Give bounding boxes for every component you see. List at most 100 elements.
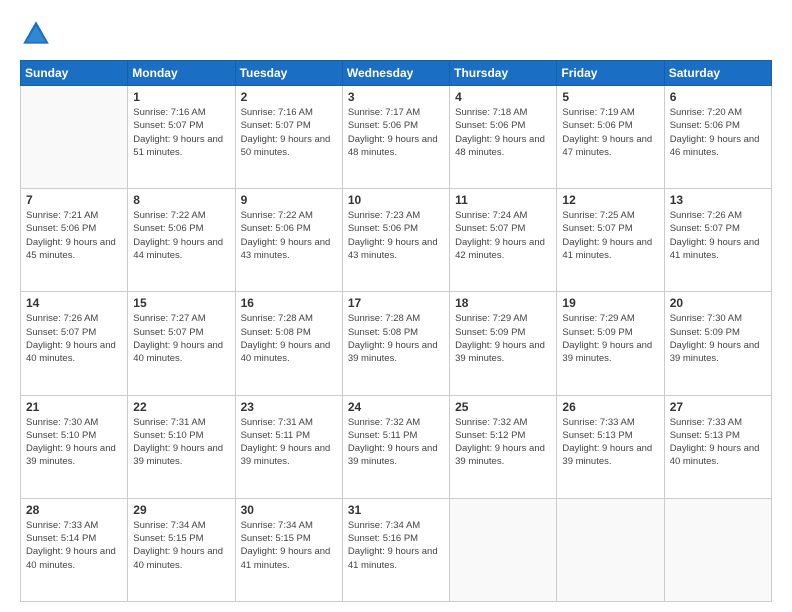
- calendar-cell: 17 Sunrise: 7:28 AMSunset: 5:08 PMDayligh…: [342, 292, 449, 395]
- calendar-cell: 22Sunrise: 7:31 AMSunset: 5:10 PMDayligh…: [128, 395, 235, 498]
- day-number: 11: [455, 193, 551, 207]
- calendar-cell: 3Sunrise: 7:17 AMSunset: 5:06 PMDaylight…: [342, 86, 449, 189]
- day-info: Sunrise: 7:18 AMSunset: 5:06 PMDaylight:…: [455, 106, 551, 159]
- day-number: 2: [241, 90, 337, 104]
- day-info: Sunrise: 7:16 AMSunset: 5:07 PMDaylight:…: [241, 106, 337, 159]
- calendar-cell: 14 Sunrise: 7:26 AMSunset: 5:07 PMDayligh…: [21, 292, 128, 395]
- calendar-cell: 30 Sunrise: 7:34 AMSunset: 5:15 PMDayligh…: [235, 498, 342, 601]
- calendar-cell: 27 Sunrise: 7:33 AMSunset: 5:13 PMDayligh…: [664, 395, 771, 498]
- calendar-cell: 4 Sunrise: 7:18 AMSunset: 5:06 PMDaylight…: [450, 86, 557, 189]
- header: [20, 18, 772, 50]
- day-number: 21: [26, 400, 122, 414]
- calendar-header-thursday: Thursday: [450, 61, 557, 86]
- calendar-cell: [664, 498, 771, 601]
- day-info: Sunrise: 7:33 AMSunset: 5:14 PMDaylight:…: [26, 519, 122, 572]
- day-info: Sunrise: 7:22 AMSunset: 5:06 PMDaylight:…: [133, 209, 229, 262]
- calendar-cell: [450, 498, 557, 601]
- calendar-cell: 5 Sunrise: 7:19 AMSunset: 5:06 PMDaylight…: [557, 86, 664, 189]
- day-number: 14: [26, 296, 122, 310]
- day-number: 5: [562, 90, 658, 104]
- calendar-header-wednesday: Wednesday: [342, 61, 449, 86]
- day-number: 24: [348, 400, 444, 414]
- day-info: Sunrise: 7:16 AMSunset: 5:07 PMDaylight:…: [133, 106, 229, 159]
- calendar-cell: 21 Sunrise: 7:30 AMSunset: 5:10 PMDayligh…: [21, 395, 128, 498]
- day-number: 31: [348, 503, 444, 517]
- day-info: Sunrise: 7:23 AMSunset: 5:06 PMDaylight:…: [348, 209, 444, 262]
- day-number: 20: [670, 296, 766, 310]
- day-info: Sunrise: 7:19 AMSunset: 5:06 PMDaylight:…: [562, 106, 658, 159]
- day-info: Sunrise: 7:32 AMSunset: 5:12 PMDaylight:…: [455, 416, 551, 469]
- calendar-cell: 2 Sunrise: 7:16 AMSunset: 5:07 PMDaylight…: [235, 86, 342, 189]
- calendar-header-row: SundayMondayTuesdayWednesdayThursdayFrid…: [21, 61, 772, 86]
- day-info: Sunrise: 7:34 AMSunset: 5:15 PMDaylight:…: [133, 519, 229, 572]
- day-number: 19: [562, 296, 658, 310]
- day-info: Sunrise: 7:25 AMSunset: 5:07 PMDaylight:…: [562, 209, 658, 262]
- calendar-cell: 7Sunrise: 7:21 AMSunset: 5:06 PMDaylight…: [21, 189, 128, 292]
- day-info: Sunrise: 7:30 AMSunset: 5:10 PMDaylight:…: [26, 416, 122, 469]
- day-number: 22: [133, 400, 229, 414]
- calendar-cell: 10 Sunrise: 7:23 AMSunset: 5:06 PMDayligh…: [342, 189, 449, 292]
- logo-icon: [20, 18, 52, 50]
- calendar-cell: 24 Sunrise: 7:32 AMSunset: 5:11 PMDayligh…: [342, 395, 449, 498]
- calendar-cell: 18 Sunrise: 7:29 AMSunset: 5:09 PMDayligh…: [450, 292, 557, 395]
- day-number: 28: [26, 503, 122, 517]
- day-number: 17: [348, 296, 444, 310]
- day-number: 18: [455, 296, 551, 310]
- calendar-cell: 13Sunrise: 7:26 AMSunset: 5:07 PMDayligh…: [664, 189, 771, 292]
- day-number: 25: [455, 400, 551, 414]
- calendar-cell: 1 Sunrise: 7:16 AMSunset: 5:07 PMDaylight…: [128, 86, 235, 189]
- day-number: 27: [670, 400, 766, 414]
- day-info: Sunrise: 7:21 AMSunset: 5:06 PMDaylight:…: [26, 209, 122, 262]
- calendar-table: SundayMondayTuesdayWednesdayThursdayFrid…: [20, 60, 772, 602]
- calendar-cell: 6Sunrise: 7:20 AMSunset: 5:06 PMDaylight…: [664, 86, 771, 189]
- calendar-cell: 12 Sunrise: 7:25 AMSunset: 5:07 PMDayligh…: [557, 189, 664, 292]
- calendar-week-row: 1 Sunrise: 7:16 AMSunset: 5:07 PMDaylight…: [21, 86, 772, 189]
- calendar-cell: 11 Sunrise: 7:24 AMSunset: 5:07 PMDayligh…: [450, 189, 557, 292]
- day-number: 10: [348, 193, 444, 207]
- day-info: Sunrise: 7:32 AMSunset: 5:11 PMDaylight:…: [348, 416, 444, 469]
- calendar-cell: 29 Sunrise: 7:34 AMSunset: 5:15 PMDayligh…: [128, 498, 235, 601]
- day-number: 26: [562, 400, 658, 414]
- day-number: 3: [348, 90, 444, 104]
- calendar-header-tuesday: Tuesday: [235, 61, 342, 86]
- calendar-week-row: 21 Sunrise: 7:30 AMSunset: 5:10 PMDayligh…: [21, 395, 772, 498]
- day-number: 29: [133, 503, 229, 517]
- calendar-cell: 23Sunrise: 7:31 AMSunset: 5:11 PMDayligh…: [235, 395, 342, 498]
- day-number: 9: [241, 193, 337, 207]
- page: SundayMondayTuesdayWednesdayThursdayFrid…: [0, 0, 792, 612]
- day-info: Sunrise: 7:28 AMSunset: 5:08 PMDaylight:…: [241, 312, 337, 365]
- day-number: 30: [241, 503, 337, 517]
- calendar-cell: 28 Sunrise: 7:33 AMSunset: 5:14 PMDayligh…: [21, 498, 128, 601]
- day-info: Sunrise: 7:26 AMSunset: 5:07 PMDaylight:…: [670, 209, 766, 262]
- day-info: Sunrise: 7:33 AMSunset: 5:13 PMDaylight:…: [562, 416, 658, 469]
- calendar-week-row: 28 Sunrise: 7:33 AMSunset: 5:14 PMDayligh…: [21, 498, 772, 601]
- day-info: Sunrise: 7:31 AMSunset: 5:11 PMDaylight:…: [241, 416, 337, 469]
- calendar-cell: 31 Sunrise: 7:34 AMSunset: 5:16 PMDayligh…: [342, 498, 449, 601]
- calendar-header-friday: Friday: [557, 61, 664, 86]
- day-number: 15: [133, 296, 229, 310]
- calendar-header-sunday: Sunday: [21, 61, 128, 86]
- day-info: Sunrise: 7:29 AMSunset: 5:09 PMDaylight:…: [562, 312, 658, 365]
- calendar-cell: 20 Sunrise: 7:30 AMSunset: 5:09 PMDayligh…: [664, 292, 771, 395]
- day-number: 4: [455, 90, 551, 104]
- day-number: 8: [133, 193, 229, 207]
- day-info: Sunrise: 7:22 AMSunset: 5:06 PMDaylight:…: [241, 209, 337, 262]
- day-info: Sunrise: 7:33 AMSunset: 5:13 PMDaylight:…: [670, 416, 766, 469]
- day-info: Sunrise: 7:27 AMSunset: 5:07 PMDaylight:…: [133, 312, 229, 365]
- day-info: Sunrise: 7:34 AMSunset: 5:15 PMDaylight:…: [241, 519, 337, 572]
- day-info: Sunrise: 7:30 AMSunset: 5:09 PMDaylight:…: [670, 312, 766, 365]
- day-info: Sunrise: 7:28 AMSunset: 5:08 PMDaylight:…: [348, 312, 444, 365]
- day-number: 16: [241, 296, 337, 310]
- day-info: Sunrise: 7:34 AMSunset: 5:16 PMDaylight:…: [348, 519, 444, 572]
- day-info: Sunrise: 7:24 AMSunset: 5:07 PMDaylight:…: [455, 209, 551, 262]
- day-info: Sunrise: 7:26 AMSunset: 5:07 PMDaylight:…: [26, 312, 122, 365]
- day-number: 1: [133, 90, 229, 104]
- day-number: 6: [670, 90, 766, 104]
- calendar-cell: [21, 86, 128, 189]
- calendar-cell: 8 Sunrise: 7:22 AMSunset: 5:06 PMDaylight…: [128, 189, 235, 292]
- calendar-cell: 15 Sunrise: 7:27 AMSunset: 5:07 PMDayligh…: [128, 292, 235, 395]
- day-number: 12: [562, 193, 658, 207]
- calendar-cell: 26 Sunrise: 7:33 AMSunset: 5:13 PMDayligh…: [557, 395, 664, 498]
- day-info: Sunrise: 7:29 AMSunset: 5:09 PMDaylight:…: [455, 312, 551, 365]
- logo: [20, 18, 56, 50]
